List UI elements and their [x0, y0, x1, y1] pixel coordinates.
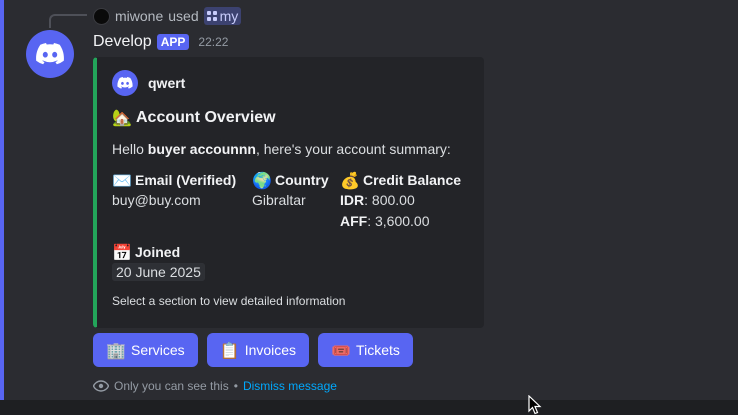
reply-context[interactable]: miwone used my: [93, 6, 242, 26]
ephemeral-text: Only you can see this: [114, 379, 229, 393]
field-email-value: buy@buy.com: [112, 192, 201, 208]
dismiss-message-link[interactable]: Dismiss message: [243, 379, 337, 393]
embed-title-text: Account Overview: [136, 108, 276, 126]
embed-title: 🏡 Account Overview: [112, 108, 276, 127]
embed-author: qwert: [112, 70, 185, 96]
message-header: Develop APP 22:22: [93, 32, 228, 52]
house-icon: 🏡: [112, 108, 132, 127]
tickets-button[interactable]: 🎟️ Tickets: [318, 333, 413, 367]
field-credit-balance: 💰 Credit Balance IDR: 800.00 AFF: 3,600.0…: [340, 170, 461, 232]
embed-footer: Select a section to view detailed inform…: [112, 294, 346, 308]
balance-line-aff: AFF: 3,600.00: [340, 213, 430, 229]
message-container: miwone used my Develop APP 22:22 qwert 🏡…: [0, 0, 738, 400]
slash-command-chip[interactable]: my: [203, 7, 242, 25]
field-country-value: Gibraltar: [252, 192, 306, 208]
globe-icon: 🌍: [252, 170, 272, 190]
bot-username[interactable]: Develop: [93, 33, 152, 51]
embed-author-name: qwert: [148, 75, 186, 91]
field-country: 🌍 Country Gibraltar: [252, 170, 329, 211]
reply-user-avatar[interactable]: [93, 7, 110, 25]
message-timestamp[interactable]: 22:22: [198, 35, 228, 49]
mouse-cursor-icon: [528, 395, 542, 415]
action-buttons: 🏢 Services 📋 Invoices 🎟️ Tickets: [93, 333, 413, 367]
eye-icon: [93, 380, 109, 392]
services-label: Services: [131, 342, 185, 358]
bot-avatar[interactable]: [26, 30, 74, 78]
app-badge: APP: [156, 34, 190, 50]
clipboard-icon: 📋: [219, 340, 240, 360]
ticket-icon: 🎟️: [331, 340, 351, 360]
desc-prefix: Hello: [112, 141, 148, 157]
author-discord-icon: [112, 70, 138, 96]
field-joined: 📅 Joined 20 June 2025: [112, 242, 205, 283]
services-button[interactable]: 🏢 Services: [93, 333, 198, 367]
field-balance-name: Credit Balance: [363, 172, 462, 188]
office-building-icon: 🏢: [106, 340, 126, 360]
field-country-name: Country: [275, 172, 329, 188]
desc-suffix: , here's your account summary:: [255, 141, 451, 157]
reply-used-text: used: [168, 8, 199, 24]
command-icon: [206, 11, 217, 21]
invoices-label: Invoices: [244, 342, 297, 358]
invoices-button[interactable]: 📋 Invoices: [206, 333, 310, 367]
ephemeral-separator: •: [233, 379, 238, 393]
field-joined-name: Joined: [135, 244, 181, 260]
field-email-name: Email (Verified): [135, 172, 237, 188]
tickets-label: Tickets: [356, 342, 400, 358]
message-divider: [0, 400, 738, 415]
desc-username: buyer accounnn: [147, 141, 256, 157]
calendar-icon: 📅: [112, 242, 132, 262]
discord-logo-icon: [36, 43, 64, 65]
envelope-icon: ✉️: [112, 170, 132, 190]
account-embed: qwert 🏡 Account Overview Hello buyer acc…: [93, 57, 484, 328]
money-bag-icon: 💰: [340, 170, 360, 190]
reply-connector: [49, 14, 87, 28]
reply-username[interactable]: miwone: [115, 8, 163, 24]
ephemeral-notice: Only you can see this • Dismiss message: [93, 379, 337, 393]
field-email: ✉️ Email (Verified) buy@buy.com: [112, 170, 236, 211]
field-joined-value: 20 June 2025: [112, 263, 205, 281]
balance-line-idr: IDR: 800.00: [340, 192, 415, 208]
command-name: my: [219, 8, 239, 24]
embed-description: Hello buyer accounnn, here's your accoun…: [112, 141, 451, 157]
